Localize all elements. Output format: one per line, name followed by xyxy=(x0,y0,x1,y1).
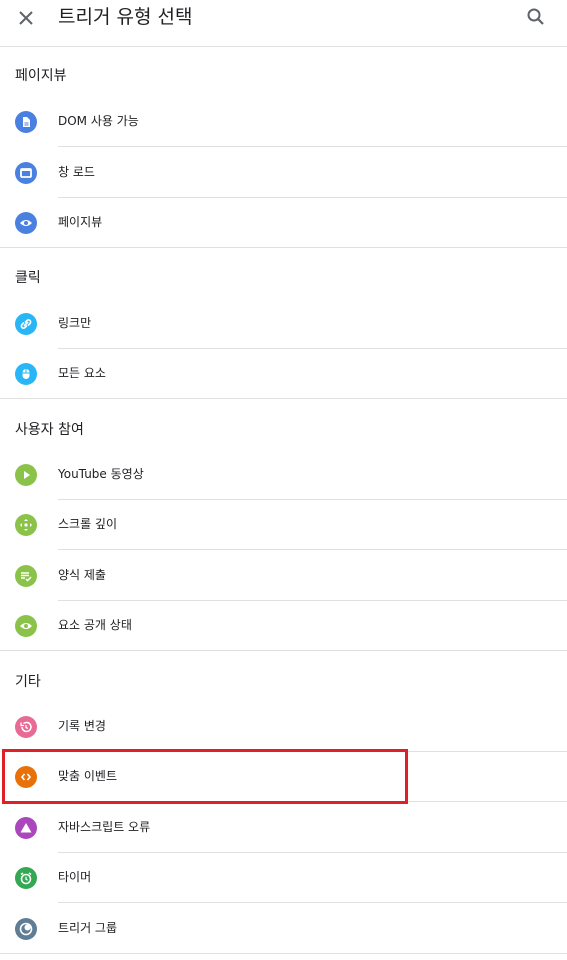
scroll-arrows-icon xyxy=(15,514,37,536)
trigger-item-page-view[interactable]: 페이지뷰 xyxy=(0,198,567,248)
alarm-clock-icon xyxy=(15,867,37,889)
warning-triangle-icon xyxy=(15,817,37,839)
divider xyxy=(58,902,567,903)
section-title-other: 기타 xyxy=(15,674,41,690)
divider xyxy=(0,953,567,954)
trigger-item-link-click[interactable]: 링크만 xyxy=(0,299,567,349)
trigger-item-label: DOM 사용 가능 xyxy=(58,114,139,128)
trigger-item-label: YouTube 동영상 xyxy=(58,467,144,481)
trigger-item-dom-ready[interactable]: DOM 사용 가능 xyxy=(0,97,567,147)
trigger-item-label: 양식 제출 xyxy=(58,568,106,582)
section-title-user-engagement: 사용자 참여 xyxy=(15,422,84,438)
form-check-icon xyxy=(15,565,37,587)
trigger-item-scroll-depth[interactable]: 스크롤 깊이 xyxy=(0,500,567,550)
divider xyxy=(0,650,567,651)
code-icon xyxy=(15,766,37,788)
trigger-item-label: 맞춤 이벤트 xyxy=(58,769,118,783)
trigger-item-custom-event[interactable]: 맞춤 이벤트 xyxy=(0,752,567,802)
trigger-item-history-change[interactable]: 기록 변경 xyxy=(0,702,567,752)
trigger-item-label: 모든 요소 xyxy=(58,366,106,380)
trigger-item-label: 트리거 그룹 xyxy=(58,921,118,935)
trigger-item-label: 페이지뷰 xyxy=(58,215,103,229)
history-icon xyxy=(15,716,37,738)
close-icon[interactable] xyxy=(14,6,38,30)
section-title-pageview: 페이지뷰 xyxy=(15,68,67,84)
trigger-item-label: 스크롤 깊이 xyxy=(58,517,118,531)
divider xyxy=(0,247,567,248)
search-icon[interactable] xyxy=(524,5,548,29)
link-icon xyxy=(15,313,37,335)
document-icon xyxy=(15,111,37,133)
divider xyxy=(58,801,567,802)
trigger-item-label: 타이머 xyxy=(58,870,92,884)
trigger-item-timer[interactable]: 타이머 xyxy=(0,853,567,903)
trigger-item-youtube-video[interactable]: YouTube 동영상 xyxy=(0,450,567,500)
eye-icon xyxy=(15,212,37,234)
trigger-item-javascript-error[interactable]: 자바스크립트 오류 xyxy=(0,803,567,853)
trigger-item-label: 기록 변경 xyxy=(58,719,106,733)
trigger-item-form-submission[interactable]: 양식 제출 xyxy=(0,551,567,601)
trigger-item-trigger-group[interactable]: 트리거 그룹 xyxy=(0,904,567,954)
trigger-item-label: 자바스크립트 오류 xyxy=(58,820,151,834)
trigger-item-label: 요소 공개 상태 xyxy=(58,618,132,632)
window-icon xyxy=(15,162,37,184)
play-icon xyxy=(15,464,37,486)
header: 트리거 유형 선택 xyxy=(0,0,567,47)
trigger-item-element-visibility[interactable]: 요소 공개 상태 xyxy=(0,601,567,651)
mouse-icon xyxy=(15,363,37,385)
divider xyxy=(58,146,567,147)
trigger-item-all-elements[interactable]: 모든 요소 xyxy=(0,349,567,399)
trigger-item-label: 링크만 xyxy=(58,316,92,330)
eye-icon xyxy=(15,615,37,637)
divider xyxy=(0,398,567,399)
divider xyxy=(58,549,567,550)
trigger-item-window-loaded[interactable]: 창 로드 xyxy=(0,148,567,198)
page-title: 트리거 유형 선택 xyxy=(58,6,193,28)
trigger-item-label: 창 로드 xyxy=(58,165,95,179)
group-circles-icon xyxy=(15,918,37,940)
section-title-click: 클릭 xyxy=(15,270,41,286)
